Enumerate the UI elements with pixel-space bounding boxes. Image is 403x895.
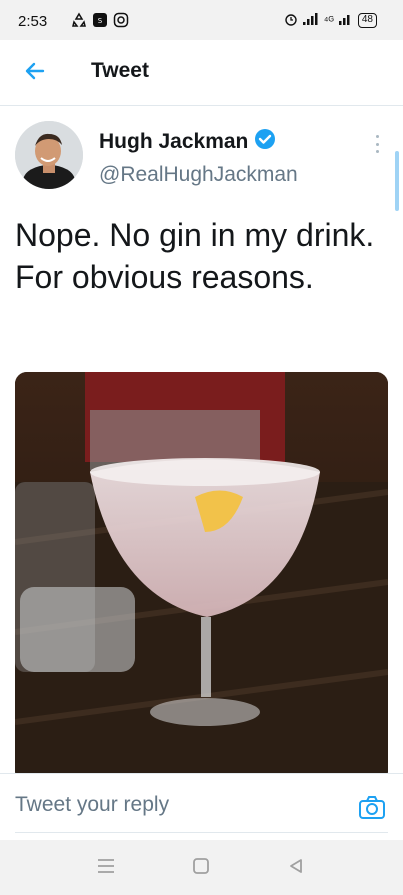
camera-button[interactable] — [357, 793, 387, 823]
arrow-left-icon — [23, 59, 47, 88]
reply-divider — [15, 832, 388, 833]
instagram-icon — [113, 12, 129, 33]
signal-4g-label: ⁴ᴳ — [323, 14, 334, 27]
author-name[interactable]: Hugh Jackman — [99, 128, 276, 156]
tweet-photo[interactable] — [15, 372, 388, 773]
author-handle[interactable]: @RealHughJackman — [99, 163, 298, 187]
home-button[interactable] — [189, 856, 213, 880]
tweet-detail: Hugh Jackman @RealHughJackman Nope. No g… — [0, 107, 403, 773]
author-name-text: Hugh Jackman — [99, 130, 249, 153]
signal-4g-icon — [338, 13, 353, 28]
app-badge-icon: S — [92, 12, 108, 33]
more-options-button[interactable] — [368, 133, 386, 155]
reply-input[interactable]: Tweet your reply — [15, 793, 169, 817]
navigation-bar — [0, 840, 403, 895]
menu-icon — [96, 857, 116, 880]
photo-martini-glass — [15, 372, 388, 773]
battery-icon: 48 — [357, 13, 377, 28]
verified-badge-icon — [254, 128, 276, 156]
menu-button[interactable] — [94, 856, 118, 880]
status-right-icons: ⁴ᴳ 48 — [284, 12, 377, 29]
more-dot — [375, 142, 379, 146]
signal-icon — [302, 13, 319, 28]
recycle-icon — [71, 12, 87, 33]
camera-icon — [357, 796, 387, 827]
tweet-header: Tweet — [0, 40, 403, 106]
reply-bar: Tweet your reply — [0, 773, 403, 840]
alarm-icon — [284, 12, 298, 29]
avatar[interactable] — [15, 121, 83, 189]
scrollbar[interactable] — [395, 151, 399, 211]
more-vertical-icon — [375, 135, 379, 138]
home-square-icon — [192, 857, 210, 880]
more-dot — [375, 150, 379, 153]
back-triangle-icon — [287, 857, 305, 880]
status-time: 2:53 — [18, 13, 48, 30]
page-title: Tweet — [91, 59, 149, 82]
back-button[interactable] — [20, 58, 50, 88]
back-nav-button[interactable] — [284, 856, 308, 880]
status-left-icons: S — [71, 12, 129, 33]
svg-text:S: S — [98, 17, 103, 25]
tweet-text: Nope. No gin in my drink. For obvious re… — [15, 217, 375, 295]
status-bar: 2:53 S ⁴ᴳ 48 — [0, 0, 403, 40]
